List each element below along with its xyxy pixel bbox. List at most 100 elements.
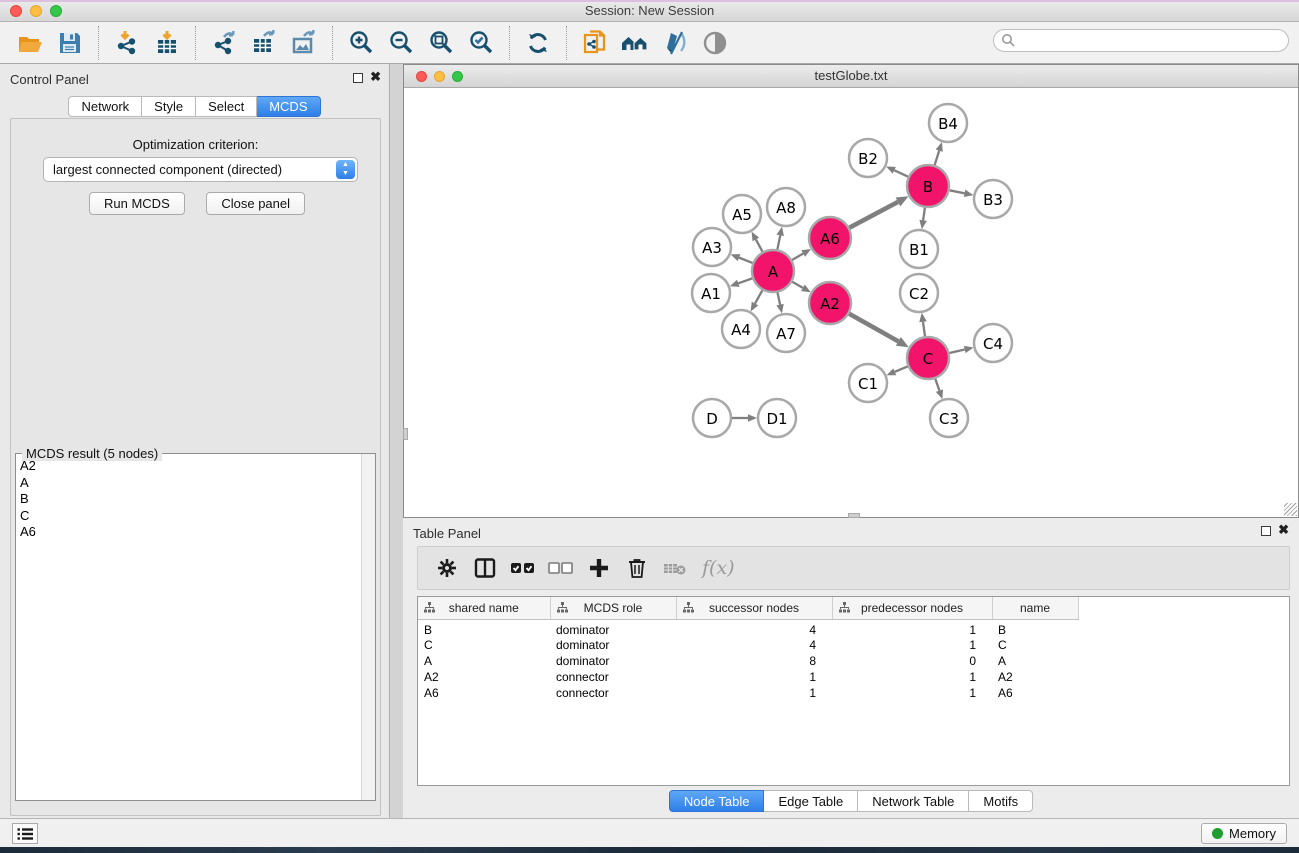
zoom-out-button[interactable] xyxy=(384,26,418,60)
task-history-button[interactable] xyxy=(12,823,38,844)
tab-edge-table[interactable]: Edge Table xyxy=(764,790,858,812)
node-A6[interactable]: A6 xyxy=(809,217,851,259)
node-B[interactable]: B xyxy=(907,165,949,207)
mcds-result-item[interactable]: C xyxy=(16,508,361,525)
export-image-button[interactable] xyxy=(287,26,321,60)
column-header-shared-name[interactable]: shared name xyxy=(418,597,550,619)
split-column-button[interactable] xyxy=(468,552,502,584)
node-C2[interactable]: C2 xyxy=(900,274,938,312)
edge-C-C1[interactable] xyxy=(895,366,908,371)
table-row[interactable]: A6connector11A6 xyxy=(418,685,1078,701)
mcds-result-item[interactable]: B xyxy=(16,491,361,508)
node-A5[interactable]: A5 xyxy=(723,195,761,233)
edge-B-B4[interactable] xyxy=(935,151,940,165)
maximize-window-button[interactable] xyxy=(50,5,62,17)
export-network-button[interactable] xyxy=(207,26,241,60)
close-panel-button[interactable]: ✖ xyxy=(370,70,381,84)
delete-table-button[interactable] xyxy=(658,552,692,584)
import-network-button[interactable] xyxy=(110,26,144,60)
save-session-button[interactable] xyxy=(53,26,87,60)
tab-motifs[interactable]: Motifs xyxy=(969,790,1033,812)
open-file-button[interactable] xyxy=(13,26,47,60)
run-mcds-button[interactable]: Run MCDS xyxy=(89,192,185,215)
zoom-selected-button[interactable] xyxy=(464,26,498,60)
table-close-button[interactable]: ✖ xyxy=(1278,523,1289,537)
close-panel-button-2[interactable]: Close panel xyxy=(206,192,305,215)
edge-A-A7[interactable] xyxy=(778,293,781,305)
node-C[interactable]: C xyxy=(907,337,949,379)
edge-A-A1[interactable] xyxy=(738,278,752,283)
node-C3[interactable]: C3 xyxy=(930,399,968,437)
table-row[interactable]: A2connector11A2 xyxy=(418,669,1078,685)
column-header-MCDS-role[interactable]: MCDS role xyxy=(550,597,676,619)
network-maximize-button[interactable] xyxy=(452,71,463,82)
edge-A-A3[interactable] xyxy=(739,258,753,263)
node-C4[interactable]: C4 xyxy=(974,324,1012,362)
tab-select[interactable]: Select xyxy=(196,96,257,117)
memory-button[interactable]: Memory xyxy=(1201,823,1287,844)
column-header-name[interactable]: name xyxy=(992,597,1078,619)
select-all-button[interactable] xyxy=(506,552,540,584)
node-D[interactable]: D xyxy=(693,399,731,437)
table-row[interactable]: Adominator80A xyxy=(418,653,1078,669)
tab-mcds[interactable]: MCDS xyxy=(257,96,320,117)
node-A7[interactable]: A7 xyxy=(767,314,805,352)
node-A2[interactable]: A2 xyxy=(809,282,851,324)
minimize-window-button[interactable] xyxy=(30,5,42,17)
table-row[interactable]: Bdominator41B xyxy=(418,619,1078,637)
tab-network[interactable]: Network xyxy=(68,96,142,117)
edge-B-B3[interactable] xyxy=(950,190,965,193)
column-header-predecessor-nodes[interactable]: predecessor nodes xyxy=(832,597,992,619)
gear-button[interactable] xyxy=(430,552,464,584)
mcds-result-item[interactable]: A xyxy=(16,475,361,492)
network-window-titlebar[interactable]: testGlobe.txt xyxy=(404,65,1298,88)
network-graph-canvas[interactable]: B4B2BB3A8A5A6A3B1AC2A1A2A4A7C4CC1C3DD1 xyxy=(404,88,1298,517)
delete-column-button[interactable] xyxy=(620,552,654,584)
edge-A2-C[interactable] xyxy=(849,314,898,342)
table-float-button[interactable] xyxy=(1261,526,1271,536)
node-B4[interactable]: B4 xyxy=(929,104,967,142)
edge-A-A6[interactable] xyxy=(792,254,803,260)
import-table-button[interactable] xyxy=(150,26,184,60)
node-A8[interactable]: A8 xyxy=(767,188,805,226)
float-panel-button[interactable] xyxy=(353,73,363,83)
network-minimize-button[interactable] xyxy=(434,71,445,82)
edge-A-A8[interactable] xyxy=(777,235,780,249)
zoom-fit-button[interactable] xyxy=(424,26,458,60)
deselect-all-button[interactable] xyxy=(544,552,578,584)
edge-C-C4[interactable] xyxy=(949,350,964,354)
tab-node-table[interactable]: Node Table xyxy=(669,790,765,812)
network-snapshot-button[interactable] xyxy=(578,26,612,60)
edge-A-A4[interactable] xyxy=(755,290,762,303)
edge-A6-B[interactable] xyxy=(849,202,898,228)
function-builder-button[interactable]: f(x) xyxy=(702,557,735,579)
close-window-button[interactable] xyxy=(10,5,22,17)
export-table-button[interactable] xyxy=(247,26,281,60)
node-A3[interactable]: A3 xyxy=(693,228,731,266)
refresh-button[interactable] xyxy=(521,26,555,60)
mcds-result-scrollbar[interactable] xyxy=(361,454,375,800)
node-table[interactable]: shared nameMCDS rolesuccessor nodesprede… xyxy=(417,596,1290,786)
edge-C-C2[interactable] xyxy=(923,322,925,336)
search-input[interactable] xyxy=(993,29,1289,52)
edge-A-A5[interactable] xyxy=(756,239,763,251)
edge-B-B2[interactable] xyxy=(894,170,908,176)
table-row[interactable]: Cdominator41C xyxy=(418,637,1078,653)
edge-C-C3[interactable] xyxy=(935,379,939,391)
network-resize-grip[interactable] xyxy=(1284,503,1297,516)
zoom-in-button[interactable] xyxy=(344,26,378,60)
mcds-result-item[interactable]: A6 xyxy=(16,524,361,541)
node-D1[interactable]: D1 xyxy=(758,399,796,437)
network-close-button[interactable] xyxy=(416,71,427,82)
criterion-dropdown[interactable]: largest connected component (directed) ▲… xyxy=(43,157,358,182)
tab-style[interactable]: Style xyxy=(142,96,196,117)
edge-A-A2[interactable] xyxy=(792,282,803,288)
node-B2[interactable]: B2 xyxy=(849,139,887,177)
network-left-scrollbar-thumb[interactable] xyxy=(403,428,408,440)
node-A1[interactable]: A1 xyxy=(692,274,730,312)
node-A[interactable]: A xyxy=(752,250,794,292)
home-button[interactable] xyxy=(618,26,652,60)
hide-graphics-button[interactable] xyxy=(658,26,692,60)
tab-network-table[interactable]: Network Table xyxy=(858,790,969,812)
node-B3[interactable]: B3 xyxy=(974,180,1012,218)
